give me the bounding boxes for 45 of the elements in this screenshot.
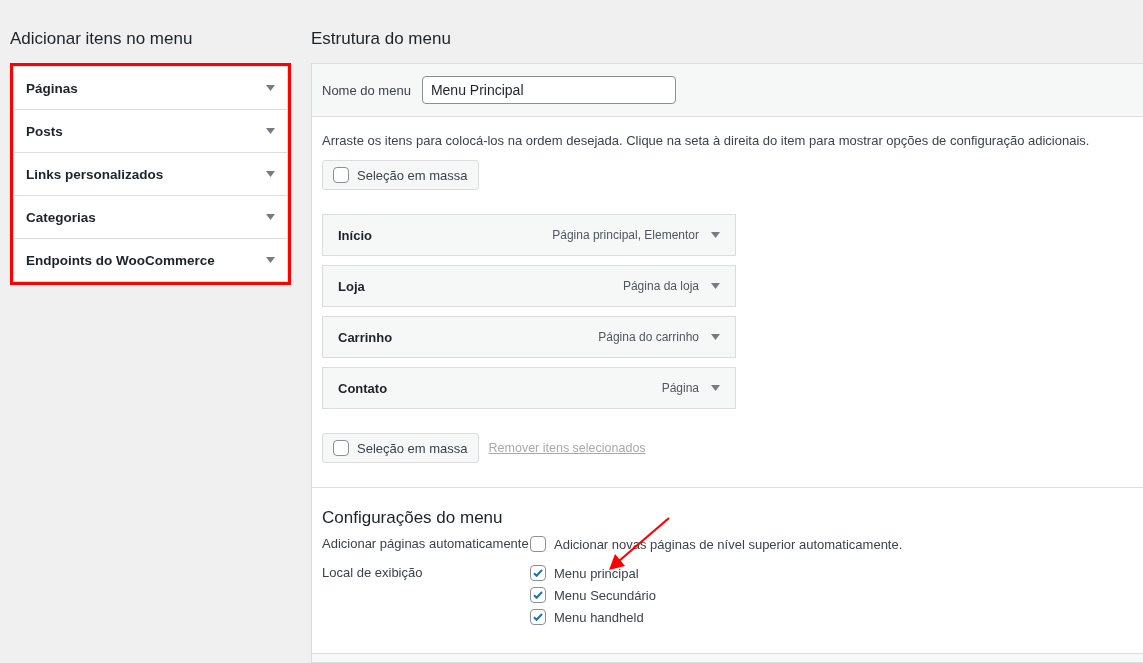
section-label: Páginas [26,80,78,96]
checkbox[interactable] [333,440,349,456]
menu-item[interactable]: Início Página principal, Elementor [322,214,736,256]
menu-item[interactable]: Carrinho Página do carrinho [322,316,736,358]
section-title: Adicionar itens no menu [10,28,194,50]
section-label: Posts [26,123,63,139]
item-type: Página da loja [622,279,699,293]
item-type: Página do carrinho [598,330,699,344]
item-type: Página principal, Elementor [552,228,699,242]
checkbox[interactable] [530,609,546,625]
caret-icon[interactable] [711,334,720,340]
item-title: Início [338,227,373,243]
caret-icon[interactable] [266,257,275,263]
setting-label: Adicionar páginas automaticamente [322,536,530,552]
bulk-select-button[interactable]: Seleção em massa [322,433,479,463]
checkbox-option[interactable]: Menu handheld [530,609,1133,625]
checkbox[interactable] [530,536,546,552]
item-type: Página [661,381,699,395]
section-label: Categorias [26,209,96,225]
caret-icon[interactable] [711,283,720,289]
field-label: Nome do menu [322,82,411,98]
caret-icon[interactable] [266,128,275,134]
section-label: Endpoints do WooCommerce [26,252,215,268]
checkbox-option[interactable]: Menu Secundário [530,587,1133,603]
section-label: Links personalizados [26,166,164,182]
caret-icon[interactable] [266,85,275,91]
item-title: Carrinho [338,329,394,345]
instructions-text: Arraste os itens para colocá-los na ordem desejada. Clique na seta à direita do item para mostrar opções de configuração adicionais. [322,133,1091,148]
checkbox[interactable] [333,167,349,183]
settings-title: Configurações do menu [322,508,504,528]
bulk-select-button[interactable]: Seleção em massa [322,160,479,190]
menu-item[interactable]: Contato Página [322,367,736,409]
checkbox-option[interactable]: Menu principal [530,565,1133,581]
caret-icon[interactable] [266,171,275,177]
item-title: Contato [338,380,389,396]
menu-name-field[interactable]: Menu Principal [421,76,676,104]
section-title: Estrutura do menu [311,28,452,50]
caret-icon[interactable] [711,232,720,238]
caret-icon[interactable] [266,214,275,220]
checkbox[interactable] [530,565,546,581]
menu-item[interactable]: Loja Página da loja [322,265,736,307]
caret-icon[interactable] [711,385,720,391]
checkbox[interactable] [530,587,546,603]
setting-label: Local de exibição [322,565,424,582]
item-title: Loja [338,278,366,294]
